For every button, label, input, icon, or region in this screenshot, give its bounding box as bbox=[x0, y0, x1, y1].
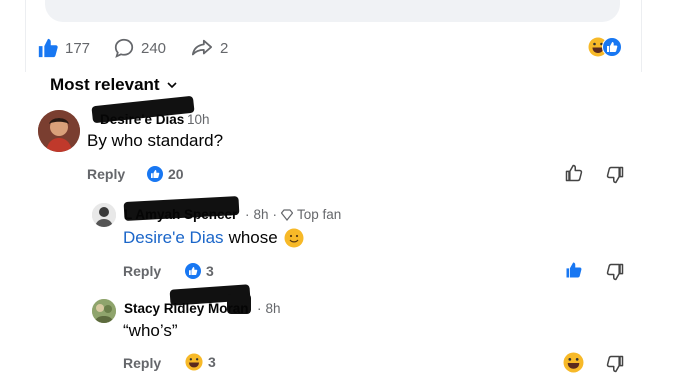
dislike-outline-icon[interactable] bbox=[605, 165, 625, 185]
chevron-down-icon bbox=[167, 82, 177, 89]
avatar[interactable] bbox=[38, 110, 80, 152]
haha-reaction-icon[interactable] bbox=[563, 352, 584, 373]
avatar-photo bbox=[92, 299, 116, 323]
comment-reactions[interactable]: 20 bbox=[147, 166, 184, 182]
reaction-summary[interactable] bbox=[588, 37, 628, 57]
top-fan-badge: Top fan bbox=[297, 207, 342, 222]
reaction-count: 20 bbox=[168, 166, 184, 182]
shares-count: 2 bbox=[220, 39, 229, 57]
comment-icon bbox=[114, 38, 134, 58]
like-badge-icon bbox=[147, 166, 163, 182]
likes-count: 177 bbox=[65, 39, 91, 57]
reaction-count: 3 bbox=[208, 354, 216, 370]
like-filled-icon[interactable] bbox=[564, 260, 584, 280]
comment-text: By who standard? bbox=[87, 131, 224, 150]
comments-stat[interactable]: 240 bbox=[113, 37, 166, 59]
avatar-photo bbox=[38, 110, 80, 152]
dislike-outline-icon[interactable] bbox=[605, 354, 625, 374]
separator-dot: · bbox=[245, 207, 250, 222]
reaction-count: 3 bbox=[206, 263, 214, 279]
avatar-photo bbox=[92, 203, 116, 227]
smile-emoji-icon bbox=[284, 228, 304, 248]
comment-time[interactable]: 8h bbox=[254, 207, 269, 222]
comment-body: Desire'e Dias whose bbox=[123, 228, 304, 248]
avatar[interactable] bbox=[92, 203, 116, 227]
comment-text: “who’s” bbox=[123, 321, 178, 340]
comment-time[interactable]: 10h bbox=[187, 112, 210, 127]
comment-text: whose bbox=[228, 228, 278, 247]
haha-badge-icon bbox=[185, 353, 203, 371]
like-badge-icon bbox=[185, 263, 201, 279]
sort-label: Most relevant bbox=[50, 75, 160, 94]
post-content-bottom bbox=[45, 0, 620, 22]
diamond-icon bbox=[281, 208, 294, 221]
like-outline-icon[interactable] bbox=[564, 163, 584, 183]
dislike-outline-icon[interactable] bbox=[605, 262, 625, 282]
shares-stat[interactable]: 2 bbox=[190, 37, 228, 59]
comment-reactions[interactable]: 3 bbox=[185, 353, 216, 371]
share-icon bbox=[191, 39, 213, 56]
comment-meta: · 8h · Top fan bbox=[243, 207, 341, 222]
comment-meta: · 8h bbox=[255, 301, 281, 316]
likes-stat[interactable]: 177 bbox=[37, 37, 90, 59]
avatar[interactable] bbox=[92, 299, 116, 323]
reply-button[interactable]: Reply bbox=[123, 355, 161, 371]
comment-author[interactable]: Desire'e Dias bbox=[100, 112, 184, 127]
separator-dot: · bbox=[272, 207, 278, 222]
comments-count: 240 bbox=[141, 39, 167, 57]
like-reaction-icon bbox=[602, 37, 622, 57]
reply-button[interactable]: Reply bbox=[123, 263, 161, 279]
comment-author[interactable]: L Amyah Spencer bbox=[124, 207, 237, 222]
comment-reactions[interactable]: 3 bbox=[185, 263, 214, 279]
comment-time[interactable]: 8h bbox=[266, 301, 281, 316]
thumbs-up-icon bbox=[38, 38, 58, 58]
sort-dropdown[interactable]: Most relevant bbox=[50, 75, 178, 95]
separator-dot: · bbox=[257, 301, 262, 316]
reply-button[interactable]: Reply bbox=[87, 166, 125, 182]
comment-author[interactable]: Stacy Ridley Moran bbox=[124, 301, 249, 316]
mention-link[interactable]: Desire'e Dias bbox=[123, 228, 224, 248]
